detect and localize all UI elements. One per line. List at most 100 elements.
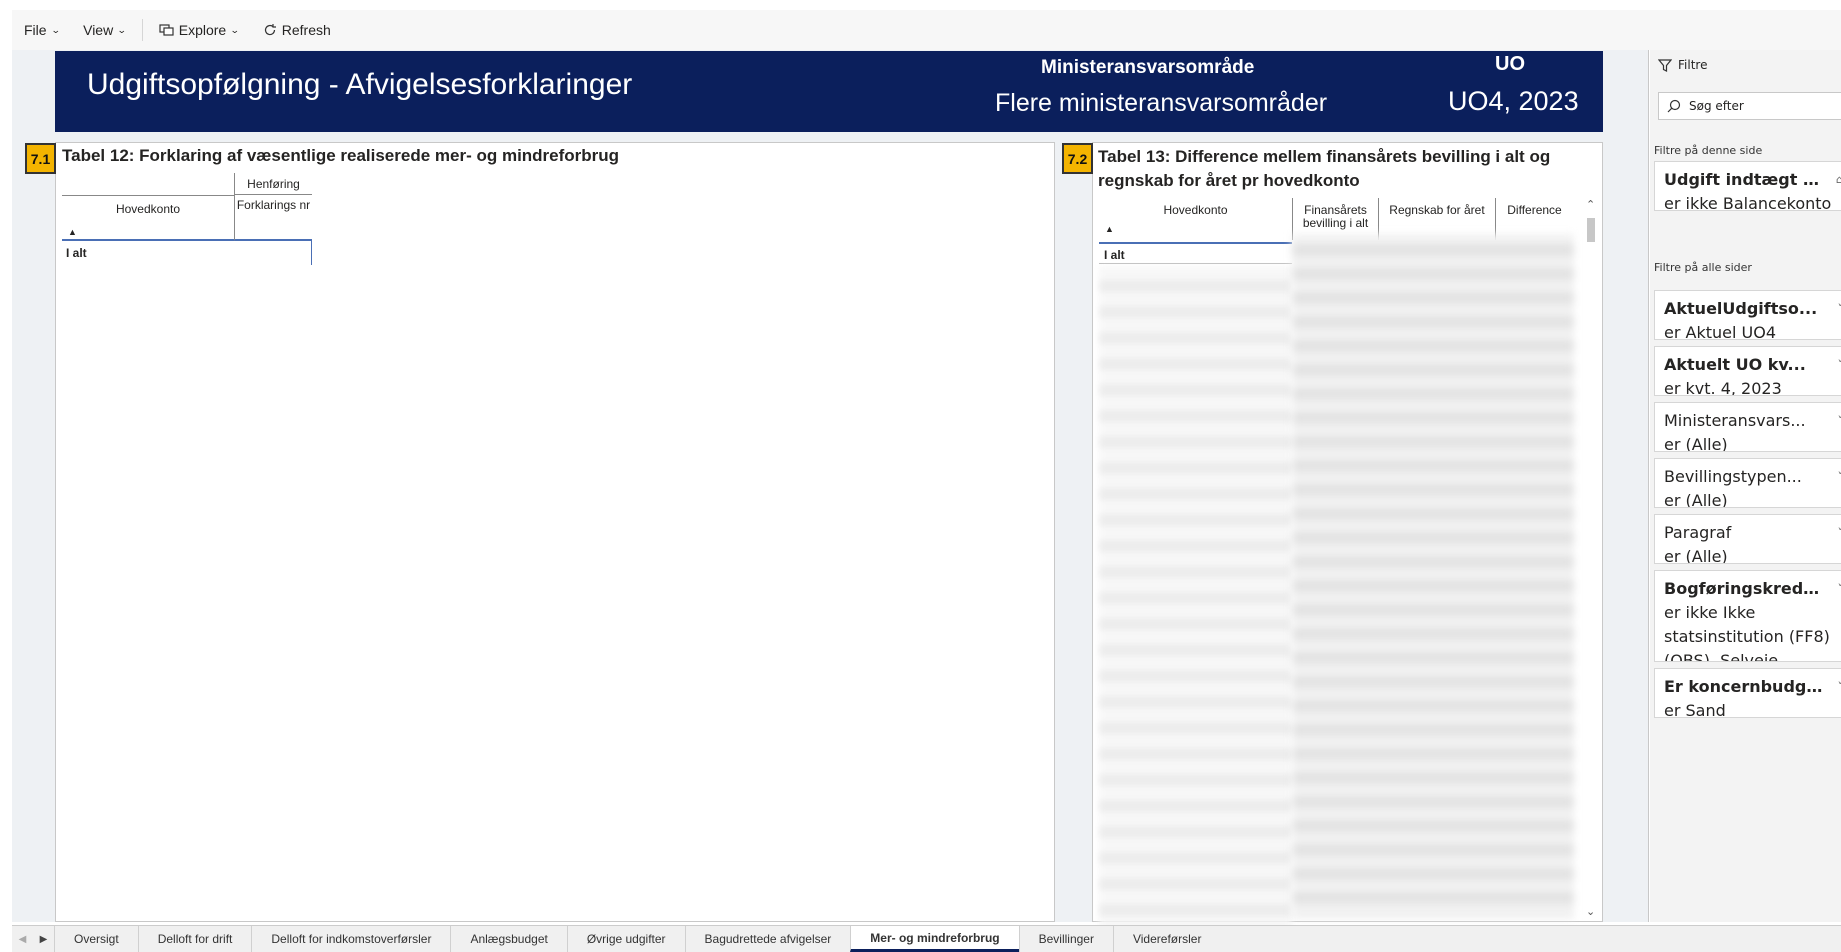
filters-header: Filtre [1658,58,1707,72]
filters-divider [1648,50,1649,922]
filters-title: Filtre [1678,58,1708,72]
column-header-forklarings-nr[interactable]: Forklarings nr [234,195,312,241]
filter-name: Udgift indtægt b... [1664,170,1824,189]
visual-title: Tabel 12: Forklaring af væsentlige reali… [62,146,620,165]
report-header: Udgiftsopfølgning - Afvigelsesforklaring… [55,51,1603,132]
explore-menu[interactable]: Explore ⌄ [147,16,251,44]
filter-search-input[interactable]: Søg efter [1658,92,1841,120]
view-menu-label: View [83,22,114,38]
tab-videreførsler[interactable]: Videreførsler [1112,926,1220,952]
expand-chevron-icon[interactable]: ˅ [1838,577,1841,601]
section-all-filters: Filtre på alle sider [1654,261,1752,274]
tab-delloft-for-indkomstoverførsler[interactable]: Delloft for indkomstoverførsler [251,926,450,952]
filter-card[interactable]: Paragraf ˅ er (Alle) [1654,514,1841,564]
expand-chevron-icon[interactable]: ˅ [1838,409,1841,433]
report-canvas: Udgiftsopfølgning - Afvigelsesforklaring… [12,50,1648,942]
visual-title-line2: regnskab for året pr hovedkonto [1098,171,1360,190]
column-header-label: Hovedkonto [1163,203,1228,217]
file-menu-label: File [24,22,47,38]
page-title: Udgiftsopfølgning - Afvigelsesforklaring… [87,68,633,101]
table-13-visual[interactable]: 7.2 Tabel 13: Difference mellem finansår… [1062,142,1603,942]
file-menu[interactable]: File ⌄ [12,16,71,44]
filter-name: Paragraf [1664,523,1732,542]
column-header-hovedkonto[interactable]: Hovedkonto ▲ [1099,198,1292,240]
expand-chevron-icon[interactable]: ˅ [1838,675,1841,699]
column-group-header: Henføring [234,173,312,195]
tab-delloft-for-drift[interactable]: Delloft for drift [137,926,252,952]
explore-icon [159,23,174,36]
explore-menu-label: Explore [178,22,227,38]
filter-card[interactable]: Udgift indtægt b... ⌂er ikke Balancekonto [1654,161,1841,211]
total-row: I alt [62,241,312,265]
expand-chevron-icon[interactable]: ˅ [1838,297,1841,321]
filter-name: Bogføringskredst... [1664,579,1824,598]
search-icon [1667,99,1681,113]
total-row: I alt [1099,242,1292,264]
filter-value: er (Alle) [1664,491,1728,508]
tab-prev-icon[interactable]: ◀ [19,934,27,945]
tab-øvrige-udgifter[interactable]: Øvrige udgifter [566,926,685,952]
filter-card[interactable]: Aktuelt UO kv... ˅ er kvt. 4, 2023 [1654,346,1841,396]
toolbar: File ⌄ View ⌄ Explore ⌄ Refresh [12,10,1841,50]
filter-value: er Sand [1664,701,1726,718]
scroll-up-icon[interactable]: ⌃ [1586,198,1595,211]
ministry-label: Ministeransvarsområde [1041,57,1255,78]
visual-title-line1: Tabel 13: Difference mellem finansårets … [1098,147,1551,166]
filter-card[interactable]: Bevillingstypen... ˅ er (Alle) [1654,458,1841,508]
filter-value: er kvt. 4, 2023 [1664,379,1782,396]
report-app: File ⌄ View ⌄ Explore ⌄ Refresh Udgiftso… [0,0,1841,952]
filter-name: Er koncernbudget [1664,677,1824,696]
sort-ascending-icon[interactable]: ▲ [68,227,77,237]
filter-card[interactable]: Bogføringskredst... ˅ er ikke Ikke statsin… [1654,570,1841,662]
chevron-down-icon: ⌄ [117,24,127,35]
view-menu[interactable]: View ⌄ [71,16,138,44]
section-page-filters: Filtre på denne side [1654,144,1763,157]
filter-name: Bevillingstypen... [1664,467,1802,486]
filter-value: er (Alle) [1664,435,1728,452]
sort-ascending-icon[interactable]: ▲ [1105,223,1114,236]
tab-bevillinger[interactable]: Bevillinger [1018,926,1113,952]
filter-value: er (Alle) [1664,547,1728,564]
refresh-icon [264,24,276,36]
chevron-down-icon: ⌄ [230,24,240,35]
page-tabs: ◀ ▶ Oversigt Delloft for drift Delloft for… [12,925,1841,952]
visual-title: Tabel 13: Difference mellem finansårets … [1098,145,1603,193]
tab-anlægsbudget[interactable]: Anlægsbudget [450,926,566,952]
expand-chevron-icon[interactable]: ˅ [1838,465,1841,489]
visual-number-badge: 7.1 [25,143,56,174]
filter-icon [1658,58,1672,72]
uo-value: UO4, 2023 [1448,86,1579,116]
filter-value: er Aktuel UO4 [1664,323,1776,340]
vertical-scrollbar[interactable]: ⌃ ⌄ [1584,198,1598,918]
filter-value: er ikke Balancekonto [1664,194,1832,211]
filter-name: AktuelUdgiftso... [1664,299,1818,318]
column-header-label: Hovedkonto [115,202,181,216]
refresh-label: Refresh [281,22,331,38]
visual-number-badge: 7.2 [1062,143,1093,174]
filter-name: Aktuelt UO kv... [1664,355,1806,374]
filter-value: er ikke Ikke statsinstitution (FF8) (OBS… [1664,603,1830,662]
redacted-value-cells [1292,234,1574,918]
scroll-down-icon[interactable]: ⌄ [1586,905,1595,918]
filter-card[interactable]: AktuelUdgiftso... ˅ er Aktuel UO4 [1654,290,1841,340]
table-13: Hovedkonto ▲ Finansårets bevilling i alt… [1099,198,1589,942]
tab-mer-og-mindreforbrug[interactable]: Mer- og mindreforbrug [850,926,1019,952]
ministry-value: Flere ministeransvarsområder [995,89,1328,117]
filter-card[interactable]: Ministeransvars... ˅ er (Alle) [1654,402,1841,452]
tab-bagudrettede-afvigelser[interactable]: Bagudrettede afvigelser [684,926,851,952]
tab-next-icon[interactable]: ▶ [40,934,48,945]
expand-chevron-icon[interactable]: ˅ [1838,521,1841,545]
expand-chevron-icon[interactable]: ˅ [1838,353,1841,377]
filter-card[interactable]: Er koncernbudget ˅ er Sand [1654,668,1841,718]
toolbar-divider [141,19,143,41]
tab-navigation: ◀ ▶ [12,926,54,952]
chevron-down-icon: ⌄ [50,24,61,35]
column-header-hovedkonto[interactable]: Hovedkonto ▲ [62,195,234,241]
tab-oversigt[interactable]: Oversigt [54,926,138,952]
table-12-visual[interactable]: 7.1 Tabel 12: Forklaring af væsentlige r… [25,142,1055,922]
scrollbar-thumb[interactable] [1587,218,1595,242]
redacted-hovedkonto-cells [1099,266,1292,942]
filter-name: Ministeransvars... [1664,411,1806,430]
lock-icon[interactable]: ⌂ [1836,168,1841,192]
refresh-button[interactable]: Refresh [251,16,343,44]
